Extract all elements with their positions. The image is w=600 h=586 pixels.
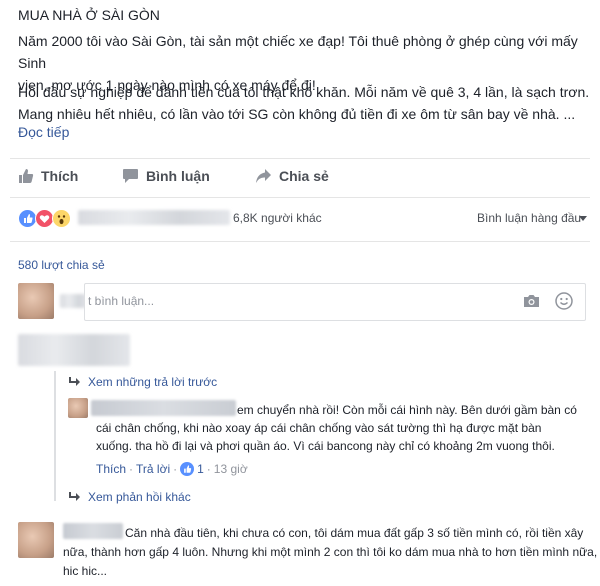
more-replies-label: Xem phản hồi khác — [88, 490, 191, 504]
reaction-others-count[interactable]: 6,8K người khác — [233, 211, 322, 225]
comment-label: Bình luận — [146, 168, 210, 184]
current-user-avatar — [18, 283, 54, 319]
commenter-name-blurred[interactable] — [63, 523, 123, 539]
post-paragraph-2-line-1: Hồi đầu sự nghiệp để dành tiền của tôi t… — [18, 84, 590, 100]
reply-like-count[interactable]: 1 — [197, 462, 204, 476]
comment-placeholder: t bình luận... — [88, 294, 155, 308]
comment-sort-dropdown[interactable]: Bình luận hàng đầu — [477, 211, 581, 225]
like-button[interactable]: Thích — [18, 168, 78, 184]
reactor-names-blurred[interactable] — [78, 210, 230, 225]
view-previous-label: Xem những trả lời trước — [88, 375, 218, 389]
reply-author-name-blurred[interactable] — [91, 400, 236, 416]
reply-reply-link[interactable]: Trả lời — [136, 462, 170, 476]
reply-author-avatar[interactable] — [68, 398, 88, 418]
comment-icon — [123, 169, 138, 183]
view-previous-replies[interactable]: Xem những trả lời trước — [68, 375, 217, 389]
reaction-summary: 6,8K người khác Bình luận hàng đầu — [0, 204, 600, 232]
reply-text-line-1: em chuyển nhà rồi! Còn mỗi cái hình này.… — [237, 403, 577, 417]
post-paragraph-1-line-1: Năm 2000 tôi vào Sài Gòn, tài sản một ch… — [18, 33, 578, 71]
wow-reaction-icon[interactable] — [52, 209, 71, 228]
read-more-link[interactable]: Đọc tiếp — [18, 124, 69, 140]
reply-text-line-3: xuống. tha hồ đi lại và phơi quần áo. Vì… — [96, 439, 555, 453]
post-paragraph-2-line-2: Mang nhiêu hết nhiêu, có lần vào tới SG … — [18, 106, 576, 122]
commenter-avatar[interactable] — [18, 522, 54, 558]
post-paragraph-2: Hồi đầu sự nghiệp để dành tiền của tôi t… — [18, 81, 593, 125]
comment-text-line-2: nữa, thành hơn gấp 4 luôn. Nhưng khi một… — [63, 545, 598, 559]
comment-blurred — [18, 334, 130, 366]
post-title: MUA NHÀ Ở SÀI GÒN — [18, 7, 160, 23]
share-count[interactable]: 580 lượt chia sẻ — [18, 258, 105, 272]
comment-text-line-3: hic hic... — [63, 564, 108, 578]
share-button[interactable]: Chia sẻ — [255, 168, 329, 184]
comment-button[interactable]: Bình luận — [122, 168, 210, 184]
divider — [10, 197, 590, 198]
reply-timestamp[interactable]: 13 giờ — [214, 462, 248, 476]
like-label: Thích — [41, 168, 79, 184]
reply-meta: Thích · Trả lời · 1 · 13 giờ — [96, 462, 248, 476]
chevron-down-icon[interactable] — [579, 216, 587, 221]
action-bar: Thích Bình luận Chia sẻ — [0, 165, 600, 193]
reply-text-line-2: cái chân chống, khi nào xoay áp cái chân… — [96, 421, 542, 435]
comment-input[interactable]: t bình luận... — [84, 283, 586, 321]
like-reaction-icon[interactable] — [180, 462, 195, 476]
divider — [10, 241, 590, 242]
reply-arrow-icon — [69, 377, 80, 386]
share-label: Chia sẻ — [279, 168, 329, 184]
facebook-post: MUA NHÀ Ở SÀI GÒN Năm 2000 tôi vào Sài G… — [0, 0, 600, 586]
emoji-icon[interactable] — [555, 292, 573, 310]
reply-arrow-icon — [69, 492, 80, 501]
reply-thread-line — [54, 371, 56, 501]
comment-text-line-1: Căn nhà đầu tiên, khi chưa có con, tôi d… — [125, 526, 584, 540]
divider — [10, 158, 590, 159]
thumbs-up-icon — [19, 169, 34, 183]
share-arrow-icon — [256, 169, 271, 183]
camera-icon[interactable] — [523, 294, 540, 308]
reply-like-link[interactable]: Thích — [96, 462, 126, 476]
view-more-replies[interactable]: Xem phản hồi khác — [68, 490, 191, 504]
